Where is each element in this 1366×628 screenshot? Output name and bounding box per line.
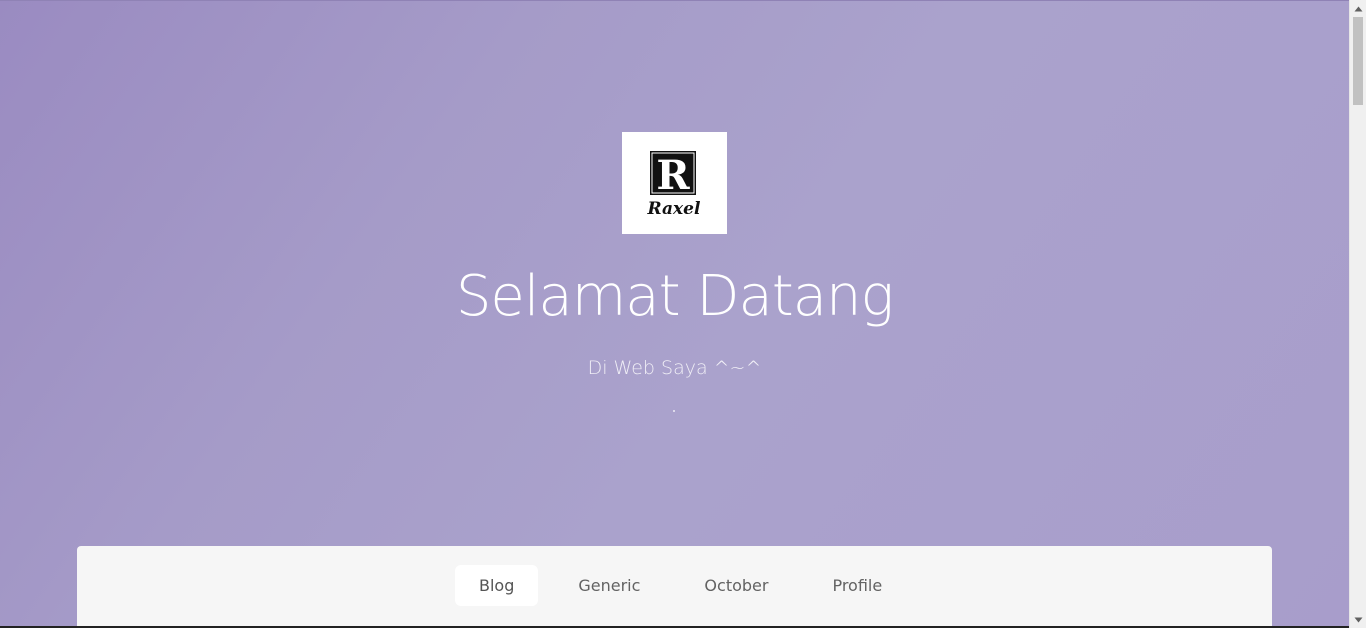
logo-letter: R (656, 152, 690, 199)
scroll-thumb[interactable] (1353, 17, 1363, 105)
nav-item-generic[interactable]: Generic (554, 565, 664, 606)
logo-text: Raxel (647, 199, 701, 219)
raxel-logo-icon: R Raxel (647, 151, 701, 219)
nav-item-october[interactable]: October (680, 565, 792, 606)
decorative-dot (673, 410, 675, 412)
hero-subtitle: Di Web Saya ^~^ (587, 357, 762, 379)
top-border (0, 0, 1349, 1)
nav-item-profile[interactable]: Profile (808, 565, 906, 606)
vertical-scrollbar[interactable] (1349, 0, 1366, 628)
nav-list: Blog Generic October Profile (455, 565, 922, 606)
nav-panel: Blog Generic October Profile (77, 546, 1272, 628)
nav-item-blog[interactable]: Blog (455, 565, 539, 606)
scroll-up-arrow-icon[interactable] (1350, 0, 1366, 17)
site-logo: R Raxel (622, 132, 727, 234)
page-viewport: R Raxel Selamat Datang Di Web Saya ^~^ B… (0, 0, 1349, 628)
hero-title: Selamat Datang (455, 264, 894, 329)
scroll-down-arrow-icon[interactable] (1350, 611, 1366, 628)
